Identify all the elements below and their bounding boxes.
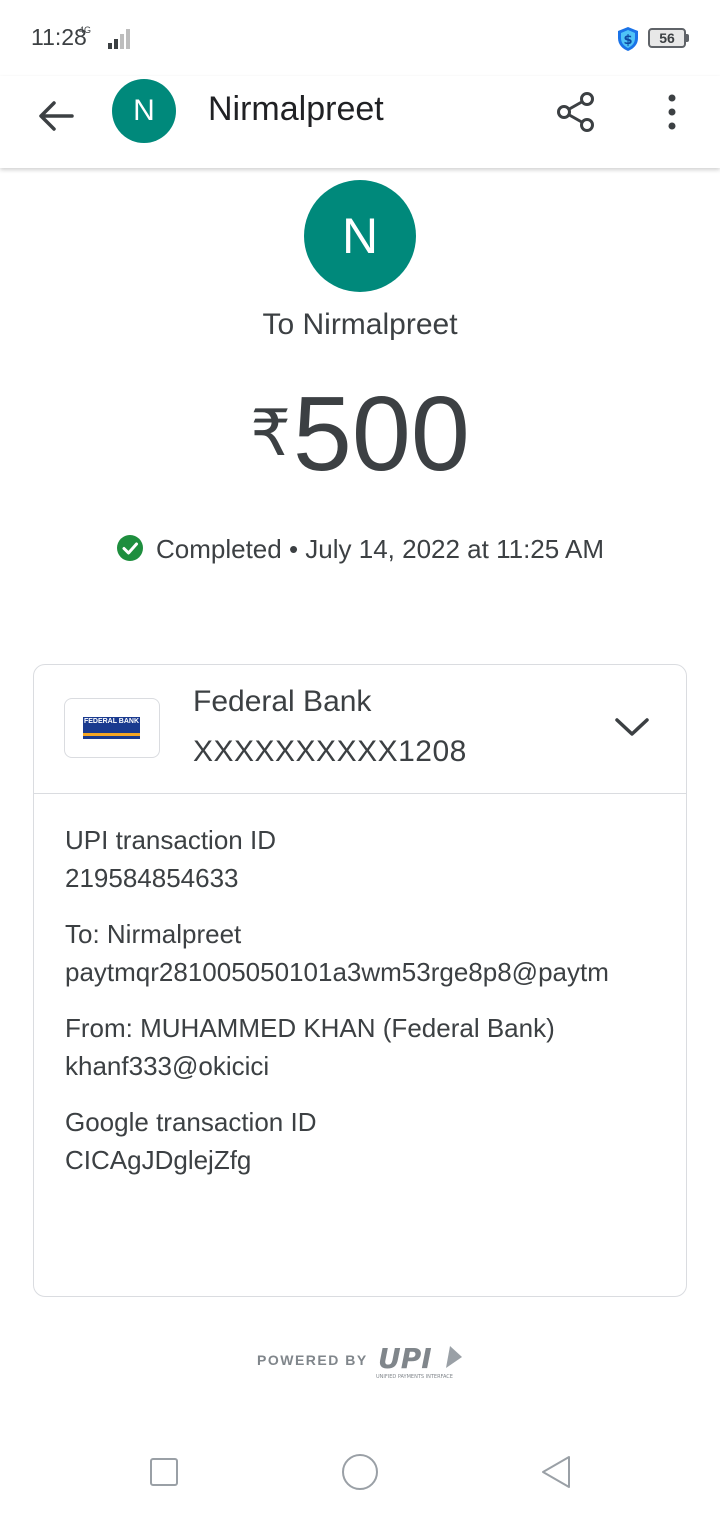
upi-logo-text: UPI [378, 1344, 432, 1375]
shield-dollar-icon: $ [618, 27, 638, 51]
battery-tip [686, 34, 689, 42]
detail-value: 219584854633 [65, 863, 239, 893]
chevron-down-icon[interactable] [614, 715, 650, 739]
signal-icon [108, 29, 130, 49]
federal-bank-logo: FEDERAL BANK [64, 698, 160, 758]
nav-back-icon[interactable] [539, 1454, 573, 1490]
contact-name-title: Nirmalpreet [208, 90, 384, 128]
more-options-icon[interactable] [660, 92, 684, 132]
status-text: Completed [155, 534, 282, 564]
detail-google-transaction-id: Google transaction ID CICAgJDglejZfg [65, 1105, 665, 1181]
back-arrow-icon[interactable] [34, 94, 78, 138]
transaction-details-card: FEDERAL BANK Federal Bank XXXXXXXXXX1208… [33, 664, 687, 1297]
powered-by-label: POWERED BY [257, 1352, 368, 1368]
detail-label: UPI transaction ID [65, 825, 276, 855]
currency-symbol: ₹ [250, 397, 291, 469]
transaction-details-list: UPI transaction ID 219584854633 To: Nirm… [65, 823, 665, 1199]
battery-icon: 56 [648, 28, 686, 48]
upi-logo-subtext: UNIFIED PAYMENTS INTERFACE [376, 1374, 453, 1380]
bank-account-number: XXXXXXXXXX1208 [193, 735, 467, 768]
detail-label: From: MUHAMMED KHAN (Federal Bank) [65, 1013, 555, 1043]
detail-value: khanf333@okicici [65, 1051, 270, 1081]
status-bar: 11:28 4G $ 56 [0, 0, 720, 76]
detail-from: From: MUHAMMED KHAN (Federal Bank) khanf… [65, 1011, 665, 1087]
payment-status-line: Completed • July 14, 2022 at 11:25 AM [0, 534, 720, 565]
app-bar: N Nirmalpreet [0, 76, 720, 168]
detail-to: To: Nirmalpreet paytmqr281005050101a3wm5… [65, 917, 665, 993]
network-type: 4G [79, 25, 92, 35]
share-icon[interactable] [554, 90, 598, 134]
contact-avatar-small[interactable]: N [112, 79, 176, 143]
bank-logo-text: FEDERAL BANK [83, 718, 140, 725]
contact-avatar-large: N [304, 180, 416, 292]
recipient-label: To Nirmalpreet [262, 308, 458, 341]
detail-upi-transaction-id: UPI transaction ID 219584854633 [65, 823, 665, 899]
recents-button[interactable] [150, 1458, 178, 1486]
svg-text:$: $ [623, 33, 632, 48]
amount-value: 500 [292, 375, 470, 493]
home-button[interactable] [342, 1454, 378, 1490]
status-separator: • [281, 534, 306, 564]
bank-name: Federal Bank [193, 685, 372, 718]
detail-value: paytmqr281005050101a3wm53rge8p8@paytm [65, 957, 609, 987]
detail-label: To: Nirmalpreet [65, 919, 242, 949]
check-circle-icon [116, 535, 143, 562]
detail-label: Google transaction ID [65, 1107, 317, 1137]
payment-amount: ₹500 [0, 374, 720, 494]
upi-logo: UPI UNIFIED PAYMENTS INTERFACE [376, 1344, 462, 1380]
bank-account-row[interactable]: FEDERAL BANK Federal Bank XXXXXXXXXX1208 [34, 665, 686, 794]
detail-value: CICAgJDglejZfg [65, 1145, 252, 1175]
payment-date: July 14, 2022 at 11:25 AM [305, 534, 605, 564]
